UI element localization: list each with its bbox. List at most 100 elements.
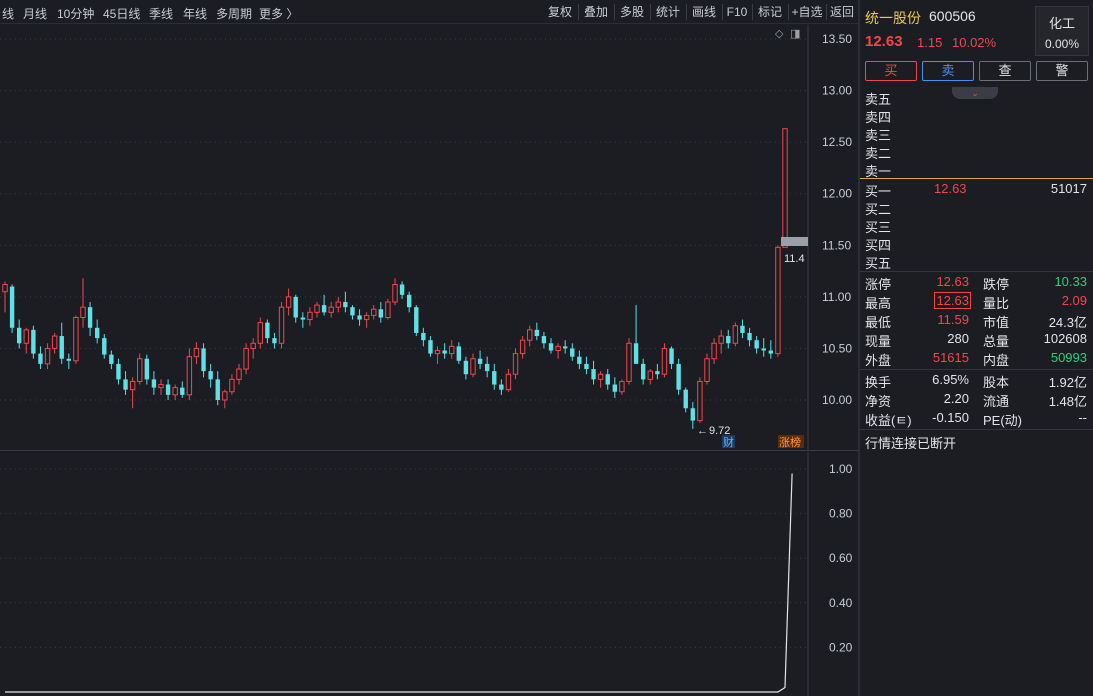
tab-partial-line[interactable]: 线 bbox=[2, 5, 14, 22]
candle-body bbox=[201, 348, 206, 372]
multi-stock-button[interactable]: 多股 bbox=[616, 2, 648, 22]
sell-button[interactable]: 卖 bbox=[922, 61, 974, 81]
candlestick-chart[interactable]: 13.50 13.00 12.50 12.00 11.50 11.00 10.50 10.00… bbox=[0, 25, 858, 450]
last-price: 12.63 bbox=[865, 33, 903, 50]
candle bbox=[499, 379, 504, 395]
candle-body bbox=[250, 342, 256, 349]
candle-body bbox=[23, 329, 29, 344]
candle-body bbox=[534, 329, 540, 337]
pe-label: PE(动) bbox=[983, 413, 1023, 428]
candle bbox=[137, 353, 143, 385]
candle-body bbox=[732, 325, 739, 344]
eps-value: -0.150 bbox=[932, 410, 969, 425]
candle-body bbox=[747, 332, 752, 341]
price-tick-label: 12.00 bbox=[822, 187, 852, 201]
query-button[interactable]: 查 bbox=[979, 61, 1031, 81]
candle-body bbox=[186, 356, 193, 396]
candle bbox=[392, 278, 398, 306]
candle bbox=[548, 338, 554, 354]
back-button[interactable]: 返回 bbox=[827, 2, 857, 22]
bid-5-label: 买五 bbox=[865, 256, 892, 271]
candles-group bbox=[2, 128, 788, 429]
buy-button[interactable]: 买 bbox=[865, 61, 917, 81]
price-tick-label: 13.00 bbox=[822, 84, 852, 98]
sector-name: 化工 bbox=[1048, 16, 1075, 31]
candle bbox=[23, 327, 29, 354]
alert-button[interactable]: 警 bbox=[1036, 61, 1088, 81]
price-tick-label: 10.00 bbox=[822, 393, 852, 407]
bid-2-label: 买二 bbox=[865, 202, 892, 217]
tab-more[interactable]: 更多 〉 bbox=[259, 5, 298, 22]
tab-multi-period[interactable]: 多周期 bbox=[216, 5, 252, 22]
candle-body bbox=[123, 379, 128, 390]
candle-body bbox=[16, 327, 22, 344]
candle-body bbox=[2, 283, 8, 293]
candle bbox=[519, 336, 526, 359]
statistics-button[interactable]: 统计 bbox=[652, 2, 684, 22]
candle bbox=[768, 340, 774, 359]
tab-quarterly[interactable]: 季线 bbox=[149, 5, 173, 22]
candle-body bbox=[357, 315, 362, 320]
candle-body bbox=[371, 308, 377, 316]
candle bbox=[307, 307, 313, 326]
candle bbox=[180, 381, 185, 398]
candle bbox=[129, 377, 136, 409]
candle-body bbox=[193, 347, 200, 358]
indicator-chart[interactable]: 1.00 0.80 0.60 0.40 0.20 bbox=[0, 452, 858, 696]
overlay-button[interactable]: 叠加 bbox=[580, 2, 612, 22]
collapse-icon[interactable]: ⌄ bbox=[952, 87, 998, 99]
candle bbox=[116, 358, 121, 385]
indicator-tick-label: 1.00 bbox=[829, 462, 853, 476]
diamond-icon[interactable]: ◇ bbox=[775, 27, 784, 40]
turnover-label: 换手 bbox=[865, 375, 892, 390]
candle bbox=[314, 302, 320, 318]
candle bbox=[655, 363, 660, 380]
low-label: 最低 bbox=[865, 315, 892, 330]
indicator-line bbox=[5, 473, 793, 693]
quote-panel: 统一股份 600506 化工 0.00% 12.63 1.15 10.02% 买… bbox=[860, 0, 1093, 696]
candle bbox=[477, 350, 483, 370]
candle bbox=[243, 343, 249, 375]
candle-body bbox=[619, 380, 625, 393]
low-value: 11.59 bbox=[937, 312, 969, 327]
mark-button[interactable]: 标记 bbox=[754, 2, 786, 22]
candle-body bbox=[669, 348, 674, 364]
candle bbox=[363, 312, 370, 328]
candle-body bbox=[499, 384, 504, 390]
candle bbox=[328, 302, 334, 318]
outer-volume-value: 51615 bbox=[932, 350, 969, 365]
indicator-tick-label: 0.20 bbox=[829, 640, 853, 654]
stock-name: 统一股份 bbox=[865, 10, 921, 26]
candle-body bbox=[328, 306, 334, 313]
draw-line-button[interactable]: 画线 bbox=[688, 2, 720, 22]
zhangbang-badge[interactable]: 涨榜 bbox=[779, 435, 801, 449]
candle-body bbox=[605, 374, 610, 385]
candle bbox=[265, 319, 270, 344]
candle bbox=[505, 369, 512, 392]
restore-rights-button[interactable]: 复权 bbox=[544, 2, 576, 22]
current-volume-label: 现量 bbox=[865, 334, 892, 349]
indicator-tick-label: 0.60 bbox=[829, 551, 853, 565]
candle-body bbox=[442, 350, 447, 354]
candle bbox=[711, 338, 717, 364]
candle bbox=[59, 322, 64, 364]
tab-yearly[interactable]: 年线 bbox=[183, 5, 207, 22]
panel-toggle-icon[interactable]: ◨ bbox=[790, 27, 800, 40]
order-book-divider bbox=[860, 178, 1093, 179]
add-watchlist-button[interactable]: +自选 bbox=[789, 2, 825, 22]
sector-box[interactable]: 化工 0.00% bbox=[1035, 6, 1089, 56]
f10-button[interactable]: F10 bbox=[724, 2, 750, 22]
candle-body bbox=[761, 348, 766, 351]
candle bbox=[584, 356, 589, 375]
tab-45day[interactable]: 45日线 bbox=[103, 5, 140, 22]
candle-body bbox=[555, 345, 561, 351]
chart-divider[interactable] bbox=[0, 450, 860, 451]
candle-body bbox=[208, 371, 213, 380]
candle bbox=[38, 346, 43, 370]
cai-badge[interactable]: 财 bbox=[723, 435, 734, 449]
tab-10min[interactable]: 10分钟 bbox=[57, 5, 94, 22]
tab-monthly[interactable]: 月线 bbox=[23, 5, 47, 22]
period-toolbar: 线 月线 10分钟 45日线 季线 年线 多周期 更多 〉 复权 叠加 多股 统… bbox=[0, 0, 860, 24]
float-shares-label: 流通 bbox=[983, 394, 1010, 409]
candle-body bbox=[428, 340, 433, 354]
